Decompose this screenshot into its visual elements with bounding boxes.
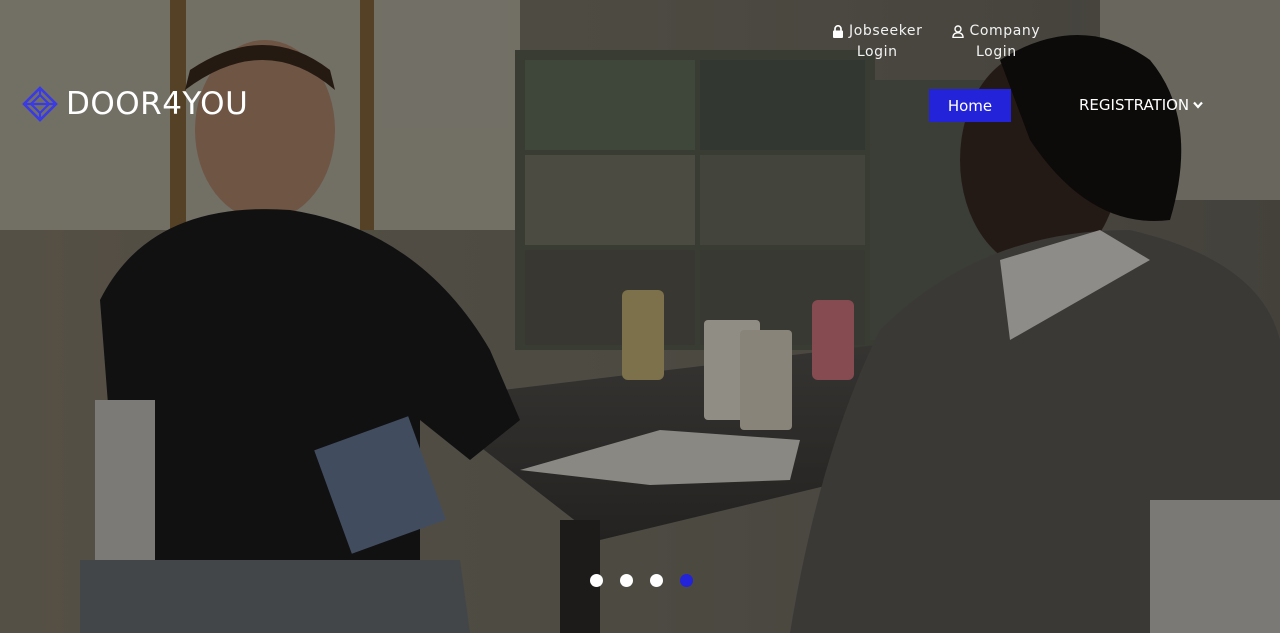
company-login-link[interactable]: Company Login [952, 21, 1040, 63]
top-login-links: Jobseeker Login Company Login [832, 21, 1040, 63]
nav-home-button[interactable]: Home [929, 89, 1011, 122]
nav-registration-dropdown[interactable]: REGISTRATION [1079, 96, 1203, 114]
carousel-dot-1[interactable] [590, 574, 603, 587]
nav-registration-label: REGISTRATION [1079, 96, 1190, 114]
company-login-label-line2: Login [976, 44, 1017, 60]
user-icon [952, 25, 965, 38]
brand-name: DOOR4YOU [66, 86, 249, 122]
cube-logo-icon [22, 86, 58, 122]
hero-banner: Jobseeker Login Company Login DOOR4YOU H… [0, 0, 1280, 633]
jobseeker-login-link[interactable]: Jobseeker Login [832, 21, 922, 63]
site-logo[interactable]: DOOR4YOU [22, 86, 248, 122]
lock-icon [833, 25, 843, 38]
carousel-dot-2[interactable] [620, 574, 633, 587]
jobseeker-login-label-line1: Jobseeker [849, 23, 923, 39]
jobseeker-login-label-line2: Login [856, 44, 898, 60]
chevron-down-icon [1193, 101, 1203, 109]
carousel-dot-4[interactable] [680, 574, 693, 587]
carousel-dot-3[interactable] [650, 574, 663, 587]
carousel-indicators [590, 574, 693, 587]
company-login-label-line1: Company [969, 23, 1041, 39]
